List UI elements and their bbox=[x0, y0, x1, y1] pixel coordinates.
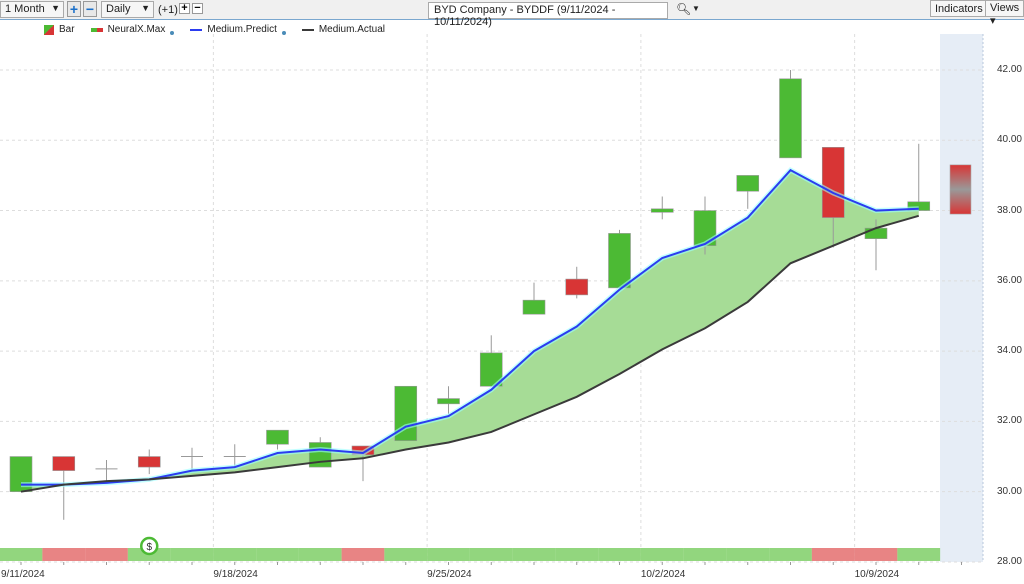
signal-segment-up bbox=[469, 548, 513, 561]
candle[interactable] bbox=[95, 460, 118, 482]
y-tick-label: 34.00 bbox=[996, 345, 1022, 357]
candle-body bbox=[864, 227, 888, 239]
signal-segment-down bbox=[854, 548, 898, 561]
candle[interactable] bbox=[736, 175, 760, 209]
y-tick-label: 36.00 bbox=[996, 274, 1022, 286]
x-tick-label: 9/25/2024 bbox=[427, 569, 472, 580]
signal-segment-up bbox=[170, 548, 214, 561]
y-tick-label: 32.00 bbox=[996, 415, 1022, 427]
x-tick-label: 10/9/2024 bbox=[854, 569, 900, 580]
candle-body bbox=[266, 429, 289, 445]
candle-body bbox=[779, 78, 802, 159]
candle-body bbox=[52, 456, 76, 471]
signal-segment-down bbox=[42, 548, 86, 561]
candle[interactable] bbox=[137, 449, 161, 475]
x-tick-label: 10/2/2024 bbox=[640, 569, 686, 580]
signal-segment-up bbox=[256, 548, 299, 561]
signal-segment-down bbox=[341, 548, 385, 561]
dollar-text: $ bbox=[146, 542, 152, 553]
signal-segment-up bbox=[427, 548, 470, 561]
signal-segment-down bbox=[85, 548, 128, 561]
candle[interactable] bbox=[779, 70, 802, 159]
signal-segment-up bbox=[640, 548, 684, 561]
signal-segment-up bbox=[384, 548, 428, 561]
candle[interactable] bbox=[266, 429, 289, 450]
signal-segment-up bbox=[298, 548, 342, 561]
x-tick-label: 9/18/2024 bbox=[213, 569, 258, 580]
forecast-box[interactable] bbox=[949, 164, 972, 215]
y-tick-label: 42.00 bbox=[996, 64, 1022, 75]
forecast-zone bbox=[940, 34, 983, 562]
signal-segment-up bbox=[897, 548, 941, 561]
candle[interactable] bbox=[522, 282, 546, 315]
candle-body bbox=[522, 299, 546, 315]
candle-body bbox=[437, 398, 460, 405]
candle[interactable] bbox=[608, 229, 631, 289]
signal-segment-down bbox=[811, 548, 855, 561]
signal-segment-up bbox=[555, 548, 599, 561]
candle[interactable] bbox=[52, 456, 76, 520]
candle[interactable] bbox=[479, 335, 503, 387]
signal-segment-up bbox=[512, 548, 556, 561]
y-tick-label: 30.00 bbox=[996, 485, 1022, 497]
candle-body bbox=[821, 147, 845, 218]
y-tick-label: 28.00 bbox=[996, 555, 1022, 567]
signal-segment-up bbox=[769, 548, 812, 561]
signal-segment-up bbox=[683, 548, 727, 561]
candle-body bbox=[565, 278, 589, 296]
dollar-signal-icon[interactable]: $ bbox=[140, 536, 159, 556]
candle-body bbox=[608, 233, 631, 289]
candle[interactable] bbox=[181, 447, 203, 471]
candle-body bbox=[137, 456, 161, 468]
y-tick-label: 40.00 bbox=[996, 134, 1022, 146]
x-tick-label: 9/11/2024 bbox=[1, 569, 45, 580]
prediction-area bbox=[21, 170, 919, 492]
signal-segment-up bbox=[598, 548, 641, 561]
price-chart[interactable]: $ bbox=[0, 0, 1024, 584]
candle[interactable] bbox=[650, 196, 674, 220]
candle[interactable] bbox=[565, 266, 589, 299]
signal-segment-up bbox=[213, 548, 257, 561]
candle-body bbox=[650, 208, 674, 213]
signal-segment-up bbox=[726, 548, 770, 561]
signal-segment-up bbox=[0, 548, 43, 561]
candle-body bbox=[736, 175, 760, 192]
candle[interactable] bbox=[907, 143, 931, 211]
y-tick-label: 38.00 bbox=[996, 204, 1022, 216]
